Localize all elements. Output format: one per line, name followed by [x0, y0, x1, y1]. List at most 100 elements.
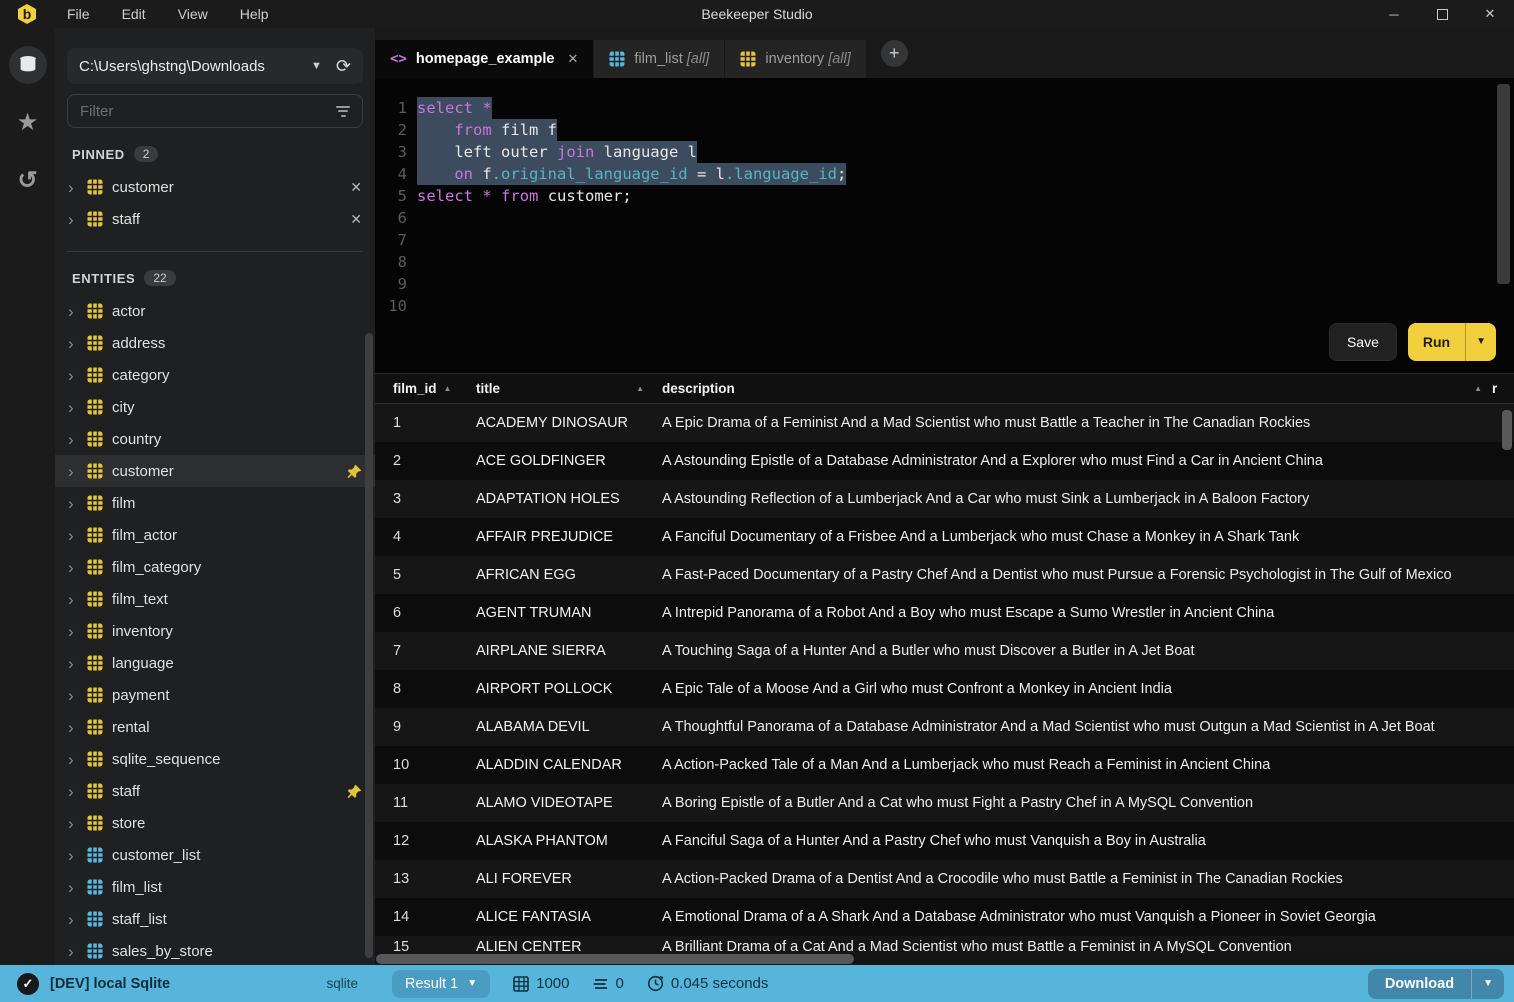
chevron-right-icon[interactable]: › [68, 399, 78, 416]
chevron-right-icon[interactable]: › [68, 335, 78, 352]
chevron-right-icon[interactable]: › [68, 783, 78, 800]
chevron-right-icon[interactable]: › [68, 623, 78, 640]
column-header-title[interactable]: title ▲ [476, 381, 662, 396]
sidebar-item-payment[interactable]: › payment [55, 679, 375, 711]
sidebar-item-staff_list[interactable]: › staff_list [55, 903, 375, 935]
cell-description[interactable]: A Epic Tale of a Moose And a Girl who mu… [662, 681, 1492, 697]
editor-line-10[interactable]: 10 [375, 295, 1514, 317]
sidebar-item-sales_by_store[interactable]: › sales_by_store [55, 935, 375, 965]
sidebar-item-film_category[interactable]: › film_category [55, 551, 375, 583]
cell-film-id[interactable]: 4 [375, 529, 476, 545]
refresh-icon[interactable]: ⟳ [336, 56, 351, 77]
cell-description[interactable]: A Epic Drama of a Feminist And a Mad Sci… [662, 415, 1492, 431]
cell-title[interactable]: ALASKA PHANTOM [476, 833, 662, 849]
cell-film-id[interactable]: 1 [375, 415, 476, 431]
sidebar-item-film_list[interactable]: › film_list [55, 871, 375, 903]
editor-line-9[interactable]: 9 [375, 273, 1514, 295]
menu-file[interactable]: File [51, 6, 106, 22]
sidebar-item-customer_list[interactable]: › customer_list [55, 839, 375, 871]
sort-asc-icon[interactable]: ▲ [636, 384, 644, 393]
chevron-right-icon[interactable]: › [68, 303, 78, 320]
sidebar-item-rental[interactable]: › rental [55, 711, 375, 743]
database-panel-icon[interactable] [8, 46, 47, 84]
cell-title[interactable]: ACADEMY DINOSAUR [476, 415, 662, 431]
sidebar-item-film[interactable]: › film [55, 487, 375, 519]
table-row[interactable]: 4 AFFAIR PREJUDICE A Fanciful Documentar… [375, 518, 1514, 556]
sidebar-item-staff[interactable]: › staff [55, 775, 375, 807]
sidebar-item-sqlite_sequence[interactable]: › sqlite_sequence [55, 743, 375, 775]
new-tab-button[interactable]: + [880, 39, 908, 67]
cell-description[interactable]: A Touching Saga of a Hunter And a Butler… [662, 643, 1492, 659]
table-row[interactable]: 6 AGENT TRUMAN A Intrepid Panorama of a … [375, 594, 1514, 632]
sidebar-item-film_text[interactable]: › film_text [55, 583, 375, 615]
results-scrollbar[interactable] [1502, 410, 1512, 450]
tab-homepage_example[interactable]: <> homepage_example ✕ [375, 40, 594, 78]
cell-film-id[interactable]: 9 [375, 719, 476, 735]
chevron-right-icon[interactable]: › [68, 879, 78, 896]
close-button[interactable]: ✕ [1466, 0, 1514, 28]
sort-asc-icon[interactable]: ▲ [444, 384, 452, 393]
cell-film-id[interactable]: 2 [375, 453, 476, 469]
save-button[interactable]: Save [1328, 323, 1397, 361]
chevron-right-icon[interactable]: › [68, 367, 78, 384]
cell-title[interactable]: AIRPORT POLLOCK [476, 681, 662, 697]
cell-film-id[interactable]: 12 [375, 833, 476, 849]
cell-film-id[interactable]: 13 [375, 871, 476, 887]
editor-line-5[interactable]: 5 select * from customer; [375, 185, 1514, 207]
sidebar-item-category[interactable]: › category [55, 359, 375, 391]
chevron-right-icon[interactable]: › [68, 179, 78, 196]
chevron-right-icon[interactable]: › [68, 495, 78, 512]
chevron-right-icon[interactable]: › [68, 463, 78, 480]
sidebar-item-address[interactable]: › address [55, 327, 375, 359]
column-header-partial[interactable]: r [1492, 381, 1514, 396]
run-button[interactable]: Run ▼ [1407, 323, 1496, 361]
cell-film-id[interactable]: 6 [375, 605, 476, 621]
table-row[interactable]: 8 AIRPORT POLLOCK A Epic Tale of a Moose… [375, 670, 1514, 708]
editor-line-2[interactable]: 2 from film f [375, 119, 1514, 141]
sidebar-item-staff[interactable]: › staff ✕ [55, 203, 375, 235]
entity-filter[interactable] [67, 94, 363, 128]
pin-icon[interactable] [347, 464, 362, 479]
sql-editor[interactable]: 1 select * 2 from film f3 left outer join … [375, 78, 1514, 373]
cell-description[interactable]: A Astounding Epistle of a Database Admin… [662, 453, 1492, 469]
table-row[interactable]: 14 ALICE FANTASIA A Emotional Drama of a… [375, 898, 1514, 936]
cell-description[interactable]: A Fast-Paced Documentary of a Pastry Che… [662, 567, 1492, 583]
table-row[interactable]: 1 ACADEMY DINOSAUR A Epic Drama of a Fem… [375, 404, 1514, 442]
cell-title[interactable]: ALICE FANTASIA [476, 909, 662, 925]
history-panel-icon[interactable]: ↺ [9, 162, 47, 200]
chevron-right-icon[interactable]: › [68, 943, 78, 960]
table-row[interactable]: 5 AFRICAN EGG A Fast-Paced Documentary o… [375, 556, 1514, 594]
cell-description[interactable]: A Intrepid Panorama of a Robot And a Boy… [662, 605, 1492, 621]
editor-line-7[interactable]: 7 [375, 229, 1514, 251]
chevron-right-icon[interactable]: › [68, 655, 78, 672]
cell-description[interactable]: A Boring Epistle of a Butler And a Cat w… [662, 795, 1492, 811]
table-row[interactable]: 13 ALI FOREVER A Action-Packed Drama of … [375, 860, 1514, 898]
sidebar-item-city[interactable]: › city [55, 391, 375, 423]
cell-description[interactable]: A Thoughtful Panorama of a Database Admi… [662, 719, 1492, 735]
result-selector[interactable]: Result 1 ▼ [392, 969, 491, 998]
cell-description[interactable]: A Action-Packed Tale of a Man And a Lumb… [662, 757, 1492, 773]
download-label[interactable]: Download [1368, 969, 1471, 999]
editor-line-1[interactable]: 1 select * [375, 97, 1514, 119]
menu-view[interactable]: View [162, 6, 224, 22]
cell-title[interactable]: ACE GOLDFINGER [476, 453, 662, 469]
chevron-right-icon[interactable]: › [68, 815, 78, 832]
column-header-film-id[interactable]: film_id ▲ [375, 381, 476, 396]
filter-input[interactable] [80, 102, 336, 120]
unpin-close-icon[interactable]: ✕ [350, 211, 362, 228]
cell-film-id[interactable]: 8 [375, 681, 476, 697]
cell-title[interactable]: ALADDIN CALENDAR [476, 757, 662, 773]
cell-description[interactable]: A Astounding Reflection of a Lumberjack … [662, 491, 1492, 507]
editor-scrollbar[interactable] [1497, 84, 1510, 284]
tab-film_list[interactable]: film_list [all] [594, 40, 725, 78]
chevron-right-icon[interactable]: › [68, 719, 78, 736]
column-header-description[interactable]: description ▲ [662, 381, 1492, 396]
horizontal-scrollbar-track[interactable] [375, 953, 1514, 965]
editor-line-3[interactable]: 3 left outer join language l [375, 141, 1514, 163]
unpin-close-icon[interactable]: ✕ [350, 179, 362, 196]
cell-description[interactable]: A Emotional Drama of a A Shark And a Dat… [662, 909, 1492, 925]
horizontal-scrollbar[interactable] [376, 954, 854, 964]
table-row[interactable]: 12 ALASKA PHANTOM A Fanciful Saga of a H… [375, 822, 1514, 860]
run-label[interactable]: Run [1408, 323, 1465, 361]
table-row[interactable]: 10 ALADDIN CALENDAR A Action-Packed Tale… [375, 746, 1514, 784]
